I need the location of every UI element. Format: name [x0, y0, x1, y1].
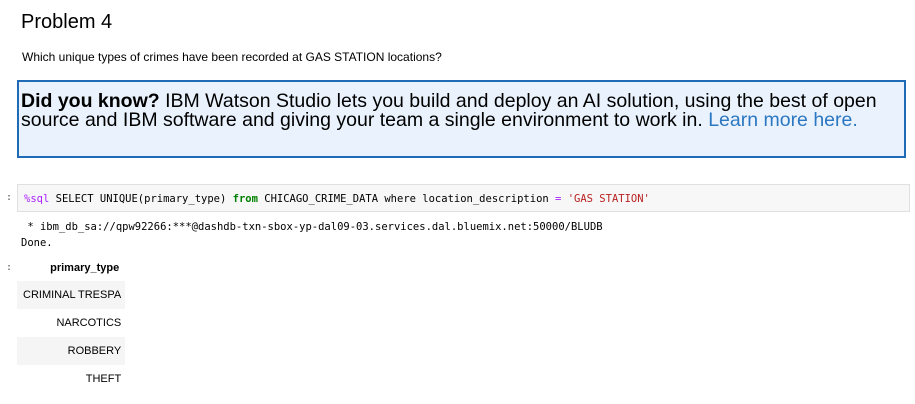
sql-magic: %sql: [24, 193, 50, 205]
problem-question: Which unique types of crimes have been r…: [22, 50, 442, 64]
did-you-know-callout: Did you know? IBM Watson Studio lets you…: [17, 80, 906, 158]
connection-output: * ibm_db_sa://qpw92266:***@dashdb-txn-sb…: [21, 221, 603, 233]
sql-string-literal: 'GAS STATION': [567, 193, 650, 205]
learn-more-link[interactable]: Learn more here.: [708, 109, 858, 131]
problem-heading: Problem 4: [21, 11, 113, 33]
output-prompt: :: [6, 262, 13, 273]
done-output: Done.: [21, 237, 53, 249]
sql-from-keyword: from: [232, 193, 258, 205]
sql-code-cell[interactable]: %sql SELECT UNIQUE(primary_type) from CH…: [17, 184, 910, 212]
table-row: CRIMINAL TRESPA: [17, 281, 126, 309]
sql-select-clause: SELECT UNIQUE(primary_type): [49, 193, 233, 205]
result-table: primary_type CRIMINAL TRESPA NARCOTICS R…: [17, 255, 126, 393]
table-row: ROBBERY: [17, 337, 126, 365]
table-row: THEFT: [85, 373, 122, 385]
result-column-header: primary_type: [50, 262, 120, 274]
sql-table-where-clause: CHICAGO_CRIME_DATA where location_descri…: [257, 193, 556, 205]
code-cell-prompt: :: [6, 192, 13, 203]
table-row: NARCOTICS: [56, 317, 122, 329]
